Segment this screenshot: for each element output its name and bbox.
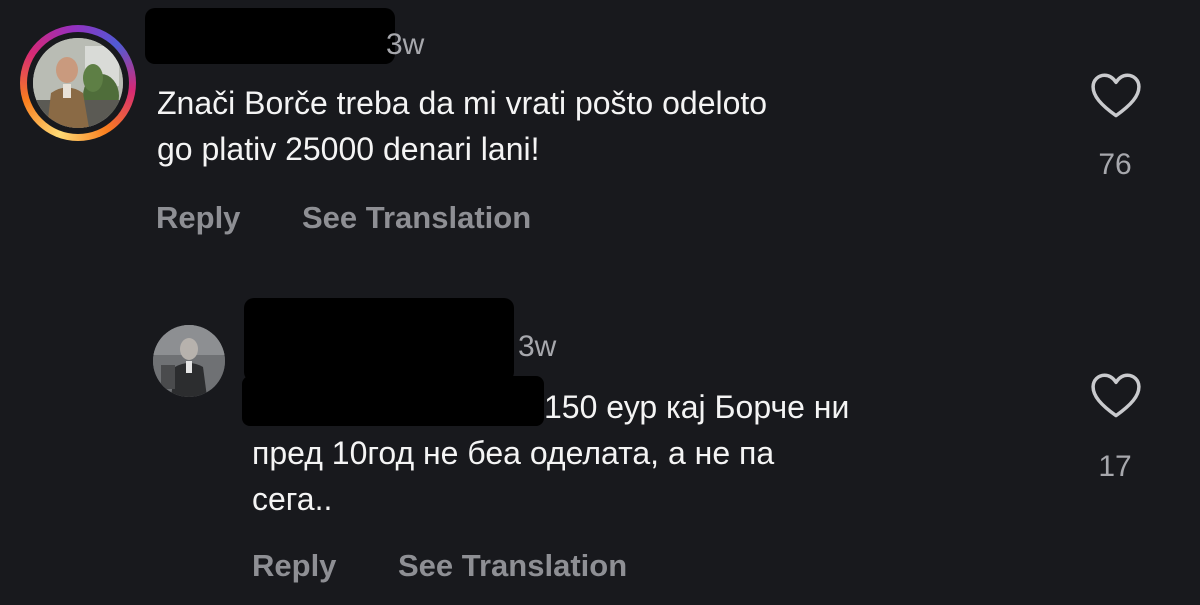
heart-icon[interactable]	[1089, 372, 1143, 420]
see-translation-button[interactable]: See Translation	[398, 548, 627, 584]
like-count: 17	[1098, 450, 1132, 483]
username-redaction	[244, 298, 514, 382]
like-count: 76	[1098, 148, 1132, 181]
comment-time: 3w	[518, 330, 557, 363]
comment-text: Znači Borče treba da mi vrati pošto odel…	[157, 85, 768, 167]
reply-button[interactable]: Reply	[156, 200, 240, 236]
avatar-photo	[33, 38, 123, 128]
avatar	[33, 38, 123, 128]
username-redaction	[145, 8, 395, 64]
heart-icon[interactable]	[1089, 72, 1143, 120]
reply-button[interactable]: Reply	[252, 548, 336, 584]
comment-time: 3w	[386, 28, 425, 61]
avatar-story-ring[interactable]	[20, 25, 136, 141]
comments-screen: 3w Znači Borče treba da mi vrati pošto o…	[0, 0, 1200, 605]
see-translation-button[interactable]: See Translation	[302, 200, 531, 236]
comment-text: 150 еур кај Борче ни пред 10год не беа о…	[252, 389, 850, 517]
avatar-photo	[153, 325, 225, 397]
avatar[interactable]	[153, 325, 225, 397]
